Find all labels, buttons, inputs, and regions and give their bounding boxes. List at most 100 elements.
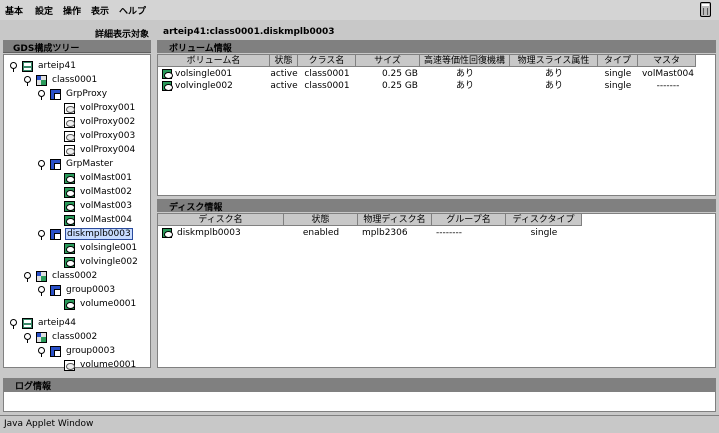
cell-slice-attr: あり xyxy=(544,81,563,91)
menu-view[interactable]: 表示 xyxy=(91,4,109,17)
tree-view[interactable]: arteip41 class0001 GrpProxy volProxy001 … xyxy=(3,54,151,371)
volume-info-title: ボリューム情報 xyxy=(169,44,232,54)
trash-icon[interactable] xyxy=(700,2,711,17)
tree-node-label: diskmplb0003 xyxy=(65,228,133,240)
tree-node-label: volvingle002 xyxy=(80,257,138,267)
column-header[interactable]: 高速等価性回復機構 xyxy=(420,55,510,67)
menu-bar: 基本 設定 操作 表示 ヘルプ xyxy=(0,0,719,20)
volume-icon xyxy=(64,243,75,254)
tree-node-label: volProxy002 xyxy=(80,117,136,127)
volume-icon xyxy=(64,257,75,268)
expand-icon[interactable] xyxy=(10,62,17,72)
tree-node-label: volProxy001 xyxy=(80,103,136,113)
column-header[interactable]: サイズ xyxy=(356,55,420,67)
disk-icon xyxy=(64,131,75,142)
tree-node-label: class0002 xyxy=(52,271,98,281)
group-icon xyxy=(50,89,61,100)
volume-icon xyxy=(64,299,75,310)
server-icon xyxy=(22,61,33,72)
class-icon xyxy=(36,75,47,86)
cell-size: 0.25 GB xyxy=(381,69,418,79)
log-header: ログ情報 xyxy=(3,378,716,392)
column-header[interactable]: ディスク名 xyxy=(158,214,284,226)
detail-target-label: 詳細表示対象 xyxy=(94,30,149,40)
volume-icon xyxy=(64,215,75,226)
tree-node-label: GrpProxy xyxy=(66,89,108,99)
cell-master: ------- xyxy=(656,81,680,91)
tree-node-label: volsingle001 xyxy=(80,243,138,253)
tree-node-label: arteip41 xyxy=(38,61,76,71)
expand-icon[interactable] xyxy=(38,90,45,100)
log-area[interactable] xyxy=(3,391,716,412)
group-icon xyxy=(50,346,61,357)
cell-volume-name: volsingle001 xyxy=(175,69,233,79)
column-header[interactable]: 状態 xyxy=(270,55,298,67)
cell-jrm: あり xyxy=(455,69,474,79)
expand-icon[interactable] xyxy=(24,333,31,343)
column-header[interactable]: クラス名 xyxy=(298,55,356,67)
menu-help[interactable]: ヘルプ xyxy=(119,4,146,17)
group-icon xyxy=(50,159,61,170)
menu-settings[interactable]: 設定 xyxy=(35,4,53,17)
cell-jrm: あり xyxy=(455,81,474,91)
column-header[interactable]: タイプ xyxy=(598,55,638,67)
tree-panel: 詳細表示対象 GDS構成ツリー arteip41 class0001 GrpPr… xyxy=(3,27,151,371)
cell-type: single xyxy=(604,81,632,91)
expand-icon[interactable] xyxy=(38,160,45,170)
menu-operation[interactable]: 操作 xyxy=(63,4,81,17)
column-header[interactable]: ディスクタイプ xyxy=(506,214,582,226)
disk-icon xyxy=(64,360,75,371)
cell-status: active xyxy=(270,81,298,91)
cell-status: enabled xyxy=(302,228,340,238)
cell-group-name: -------- xyxy=(436,228,462,238)
volume-icon xyxy=(64,173,75,184)
volume-icon xyxy=(64,187,75,198)
tree-node-label: group0003 xyxy=(66,346,116,356)
disk-table[interactable]: ディスク名 状態 物理ディスク名 グループ名 ディスクタイプ diskmplb0… xyxy=(157,213,716,368)
volume-icon xyxy=(64,201,75,212)
column-header[interactable]: ボリューム名 xyxy=(158,55,270,67)
cell-physical-disk: mplb2306 xyxy=(362,228,408,238)
column-header[interactable]: グループ名 xyxy=(432,214,506,226)
expand-icon[interactable] xyxy=(24,272,31,282)
group-icon xyxy=(50,285,61,296)
tree-node-label: volume0001 xyxy=(80,360,137,370)
disk-info-title: ディスク情報 xyxy=(169,203,223,213)
tree-node-label: volume0001 xyxy=(80,299,137,309)
tree-node-label: class0002 xyxy=(52,332,98,342)
expand-icon[interactable] xyxy=(38,286,45,296)
class-icon xyxy=(36,271,47,282)
cell-status: active xyxy=(270,69,298,79)
column-header[interactable]: 物理ディスク名 xyxy=(358,214,432,226)
expand-icon[interactable] xyxy=(10,319,17,329)
disk-icon xyxy=(64,145,75,156)
tree-header: GDS構成ツリー xyxy=(3,40,151,54)
tree-node-label: group0003 xyxy=(66,285,116,295)
cell-class-name: class0001 xyxy=(304,81,350,91)
tree-node-label: arteip44 xyxy=(38,318,76,328)
column-header[interactable]: マスタ xyxy=(638,55,696,67)
tree-title: GDS構成ツリー xyxy=(13,44,80,54)
cell-master: volMast004 xyxy=(641,69,694,79)
menu-basic[interactable]: 基本 xyxy=(5,4,23,17)
group-icon xyxy=(50,229,61,240)
tree-node-label: volProxy003 xyxy=(80,131,136,141)
tree-node-label: GrpMaster xyxy=(66,159,114,169)
volume-table[interactable]: ボリューム名 状態 クラス名 サイズ 高速等価性回復機構 物理スライス属性 タイ… xyxy=(157,54,716,196)
cell-disk-type: single xyxy=(530,228,558,238)
column-header[interactable]: 物理スライス属性 xyxy=(510,55,598,67)
disk-icon xyxy=(64,117,75,128)
cell-size: 0.25 GB xyxy=(381,81,418,91)
volume-info-header: ボリューム情報 xyxy=(157,40,716,54)
expand-icon[interactable] xyxy=(38,347,45,357)
server-icon xyxy=(22,318,33,329)
detail-panel: arteip41:class0001.diskmplb0003 ボリューム情報 … xyxy=(157,27,716,369)
disk-icon xyxy=(162,228,173,238)
column-header[interactable]: 状態 xyxy=(284,214,358,226)
cell-volume-name: volvingle002 xyxy=(175,81,233,91)
expand-icon[interactable] xyxy=(24,76,31,86)
tree-node-label: volMast003 xyxy=(80,201,133,211)
cell-class-name: class0001 xyxy=(304,69,350,79)
expand-icon[interactable] xyxy=(38,230,45,240)
status-bar: Java Applet Window xyxy=(0,415,719,433)
